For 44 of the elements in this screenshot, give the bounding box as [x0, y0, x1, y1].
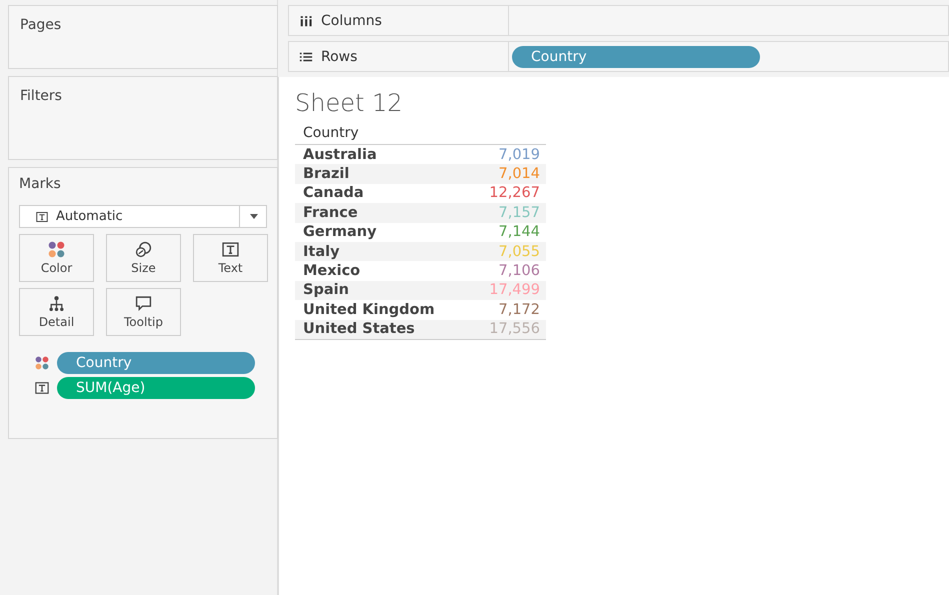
card-title: Marks — [19, 176, 62, 192]
mark-button[interactable]: Detail — [19, 288, 94, 336]
color-dots-icon — [48, 241, 65, 258]
text-box-icon — [35, 381, 49, 395]
table-cell: 7,014 — [498, 166, 540, 182]
mark-button[interactable]: Text — [193, 234, 268, 282]
table-cell: 7,019 — [498, 146, 540, 163]
mark-type-dropdown[interactable]: Automatic — [19, 205, 267, 228]
shelf-label: Columns — [321, 12, 382, 28]
mark-button[interactable]: Size — [106, 234, 181, 282]
table-cell: 7,157 — [498, 204, 540, 221]
table-cell: Germany — [303, 224, 377, 240]
text-box-icon — [36, 210, 48, 222]
rows-icon — [299, 50, 313, 64]
columns-icon — [299, 14, 313, 28]
text-box-icon — [222, 241, 239, 258]
table-cell: 17,499 — [489, 282, 540, 298]
card-title: Filters — [20, 88, 62, 104]
table-cell: 12,267 — [489, 185, 540, 202]
card-title: Pages — [20, 17, 62, 33]
color-dots-icon — [35, 356, 49, 370]
table-cell: Italy — [303, 244, 340, 260]
table-cell: United States — [303, 321, 415, 338]
table-cell: Canada — [303, 185, 364, 202]
size-circles-icon — [135, 241, 152, 258]
shelf-label: Rows — [321, 48, 358, 64]
table-cell: 7,055 — [498, 244, 540, 260]
table-cell: Brazil — [303, 166, 350, 182]
table-cell: 7,144 — [498, 224, 540, 240]
table-cell: 7,106 — [498, 263, 540, 280]
hierarchy-icon — [48, 295, 65, 312]
speech-bubble-icon — [135, 295, 152, 312]
table-cell: France — [303, 204, 358, 221]
table-cell: 17,556 — [489, 321, 540, 338]
table-cell: Australia — [303, 146, 377, 163]
table-cell: Mexico — [303, 263, 360, 280]
caret-icon — [250, 214, 258, 219]
column-header: Country — [295, 125, 546, 145]
mark-button[interactable]: Color — [19, 234, 94, 282]
table-cell: United Kingdom — [303, 302, 435, 318]
table-cell: 7,172 — [498, 302, 540, 318]
sheet-title: Sheet 12 — [295, 89, 404, 117]
table-cell: Spain — [303, 282, 349, 298]
mark-button[interactable]: Tooltip — [106, 288, 181, 336]
